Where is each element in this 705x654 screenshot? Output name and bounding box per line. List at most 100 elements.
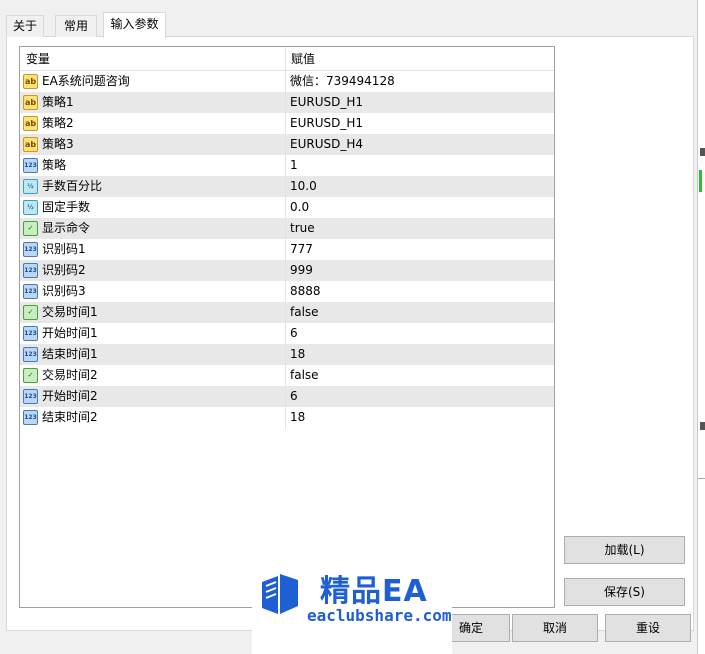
table-row[interactable]: ½ 固定手数 0.0 bbox=[20, 197, 554, 218]
variable-name: 固定手数 bbox=[42, 200, 91, 214]
table-row[interactable]: 123 结束时间2 18 bbox=[20, 407, 554, 428]
column-header-variable[interactable]: 变量 bbox=[20, 47, 285, 70]
table-row[interactable]: ✓ 显示命令 true bbox=[20, 218, 554, 239]
table-row[interactable]: 123 开始时间2 6 bbox=[20, 386, 554, 407]
double-icon: ½ bbox=[23, 179, 38, 194]
value-cell[interactable]: true bbox=[285, 218, 315, 239]
variable-cell[interactable]: 123 策略 bbox=[20, 155, 285, 176]
variable-name: EA系统问题咨询 bbox=[42, 74, 130, 88]
value-cell[interactable]: EURUSD_H1 bbox=[285, 92, 363, 113]
table-row[interactable]: 123 识别码3 8888 bbox=[20, 281, 554, 302]
edge-green-bar bbox=[699, 170, 702, 192]
variable-name: 识别码2 bbox=[42, 263, 86, 277]
table-row[interactable]: ✓ 交易时间1 false bbox=[20, 302, 554, 323]
value-cell[interactable]: 18 bbox=[285, 407, 305, 428]
value-cell[interactable]: 0.0 bbox=[285, 197, 309, 218]
tab-inputs[interactable]: 输入参数 bbox=[103, 12, 166, 38]
table-header: 变量 赋值 bbox=[20, 47, 554, 71]
integer-icon: 123 bbox=[23, 326, 38, 341]
watermark-url: eaclubshare.com bbox=[307, 606, 452, 625]
variable-name: 策略 bbox=[42, 158, 67, 172]
variable-cell[interactable]: ½ 固定手数 bbox=[20, 197, 285, 218]
watermark-title: 精品EA bbox=[320, 574, 428, 609]
integer-icon: 123 bbox=[23, 242, 38, 257]
variable-name: 识别码1 bbox=[42, 242, 86, 256]
bool-icon: ✓ bbox=[23, 368, 38, 383]
table-row[interactable]: ab EA系统问题咨询 微信：739494128 bbox=[20, 71, 554, 92]
variable-cell[interactable]: ✓ 交易时间1 bbox=[20, 302, 285, 323]
variable-name: 显示命令 bbox=[42, 221, 91, 235]
cancel-button[interactable]: 取消 bbox=[512, 614, 598, 642]
value-cell[interactable]: 6 bbox=[285, 323, 298, 344]
save-button[interactable]: 保存(S) bbox=[564, 578, 685, 606]
reset-button[interactable]: 重设 bbox=[605, 614, 691, 642]
table-row[interactable]: ab 策略3 EURUSD_H4 bbox=[20, 134, 554, 155]
variable-name: 开始时间2 bbox=[42, 389, 98, 403]
table-body: ab EA系统问题咨询 微信：739494128 ab 策略1 EURUSD_H1 ab 策略… bbox=[20, 71, 554, 428]
variable-cell[interactable]: 123 结束时间1 bbox=[20, 344, 285, 365]
variable-name: 策略2 bbox=[42, 116, 74, 130]
bool-icon: ✓ bbox=[23, 305, 38, 320]
table-row[interactable]: ab 策略2 EURUSD_H1 bbox=[20, 113, 554, 134]
table-row[interactable]: ✓ 交易时间2 false bbox=[20, 365, 554, 386]
value-cell[interactable]: 10.0 bbox=[285, 176, 317, 197]
value-cell[interactable]: false bbox=[285, 365, 319, 386]
value-cell[interactable]: EURUSD_H4 bbox=[285, 134, 363, 155]
table-row[interactable]: 123 识别码1 777 bbox=[20, 239, 554, 260]
edge-mark bbox=[700, 148, 705, 156]
value-cell[interactable]: 6 bbox=[285, 386, 298, 407]
table-row[interactable]: ab 策略1 EURUSD_H1 bbox=[20, 92, 554, 113]
variable-name: 交易时间1 bbox=[42, 305, 98, 319]
inputs-table: 变量 赋值 ab EA系统问题咨询 微信：739494128 ab 策略1 EURUSD_… bbox=[19, 46, 555, 608]
table-row[interactable]: 123 开始时间1 6 bbox=[20, 323, 554, 344]
ab-text-icon: ab bbox=[23, 95, 38, 110]
value-cell[interactable]: false bbox=[285, 302, 319, 323]
column-header-value[interactable]: 赋值 bbox=[285, 47, 315, 70]
integer-icon: 123 bbox=[23, 284, 38, 299]
table-row[interactable]: ½ 手数百分比 10.0 bbox=[20, 176, 554, 197]
integer-icon: 123 bbox=[23, 347, 38, 362]
integer-icon: 123 bbox=[23, 263, 38, 278]
integer-icon: 123 bbox=[23, 410, 38, 425]
variable-cell[interactable]: ✓ 显示命令 bbox=[20, 218, 285, 239]
load-button[interactable]: 加载(L) bbox=[564, 536, 685, 564]
variable-cell[interactable]: ab 策略2 bbox=[20, 113, 285, 134]
bool-icon: ✓ bbox=[23, 221, 38, 236]
value-cell[interactable]: 999 bbox=[285, 260, 313, 281]
variable-cell[interactable]: 123 识别码3 bbox=[20, 281, 285, 302]
ab-text-icon: ab bbox=[23, 116, 38, 131]
integer-icon: 123 bbox=[23, 158, 38, 173]
book-logo-icon bbox=[262, 574, 298, 614]
tab-common[interactable]: 常用 bbox=[55, 15, 97, 37]
variable-name: 交易时间2 bbox=[42, 368, 98, 382]
variable-cell[interactable]: 123 结束时间2 bbox=[20, 407, 285, 428]
variable-cell[interactable]: 123 识别码1 bbox=[20, 239, 285, 260]
variable-name: 识别码3 bbox=[42, 284, 86, 298]
variable-name: 开始时间1 bbox=[42, 326, 98, 340]
value-cell[interactable]: 777 bbox=[285, 239, 313, 260]
edge-line bbox=[698, 478, 705, 479]
table-row[interactable]: 123 结束时间1 18 bbox=[20, 344, 554, 365]
variable-cell[interactable]: 123 开始时间1 bbox=[20, 323, 285, 344]
variable-cell[interactable]: ab 策略1 bbox=[20, 92, 285, 113]
variable-cell[interactable]: 123 识别码2 bbox=[20, 260, 285, 281]
value-cell[interactable]: 18 bbox=[285, 344, 305, 365]
ab-text-icon: ab bbox=[23, 137, 38, 152]
variable-name: 结束时间1 bbox=[42, 347, 98, 361]
table-row[interactable]: 123 识别码2 999 bbox=[20, 260, 554, 281]
variable-cell[interactable]: ½ 手数百分比 bbox=[20, 176, 285, 197]
variable-cell[interactable]: ✓ 交易时间2 bbox=[20, 365, 285, 386]
variable-name: 手数百分比 bbox=[42, 179, 103, 193]
value-cell[interactable]: 1 bbox=[285, 155, 298, 176]
variable-name: 结束时间2 bbox=[42, 410, 98, 424]
edge-mark bbox=[700, 422, 705, 430]
value-cell[interactable]: 8888 bbox=[285, 281, 321, 302]
table-row[interactable]: 123 策略 1 bbox=[20, 155, 554, 176]
variable-cell[interactable]: ab 策略3 bbox=[20, 134, 285, 155]
value-cell[interactable]: EURUSD_H1 bbox=[285, 113, 363, 134]
variable-cell[interactable]: ab EA系统问题咨询 bbox=[20, 71, 285, 92]
value-cell[interactable]: 微信：739494128 bbox=[285, 71, 395, 92]
variable-cell[interactable]: 123 开始时间2 bbox=[20, 386, 285, 407]
tab-about[interactable]: 关于 bbox=[6, 15, 44, 37]
background-window-edge bbox=[697, 0, 705, 654]
